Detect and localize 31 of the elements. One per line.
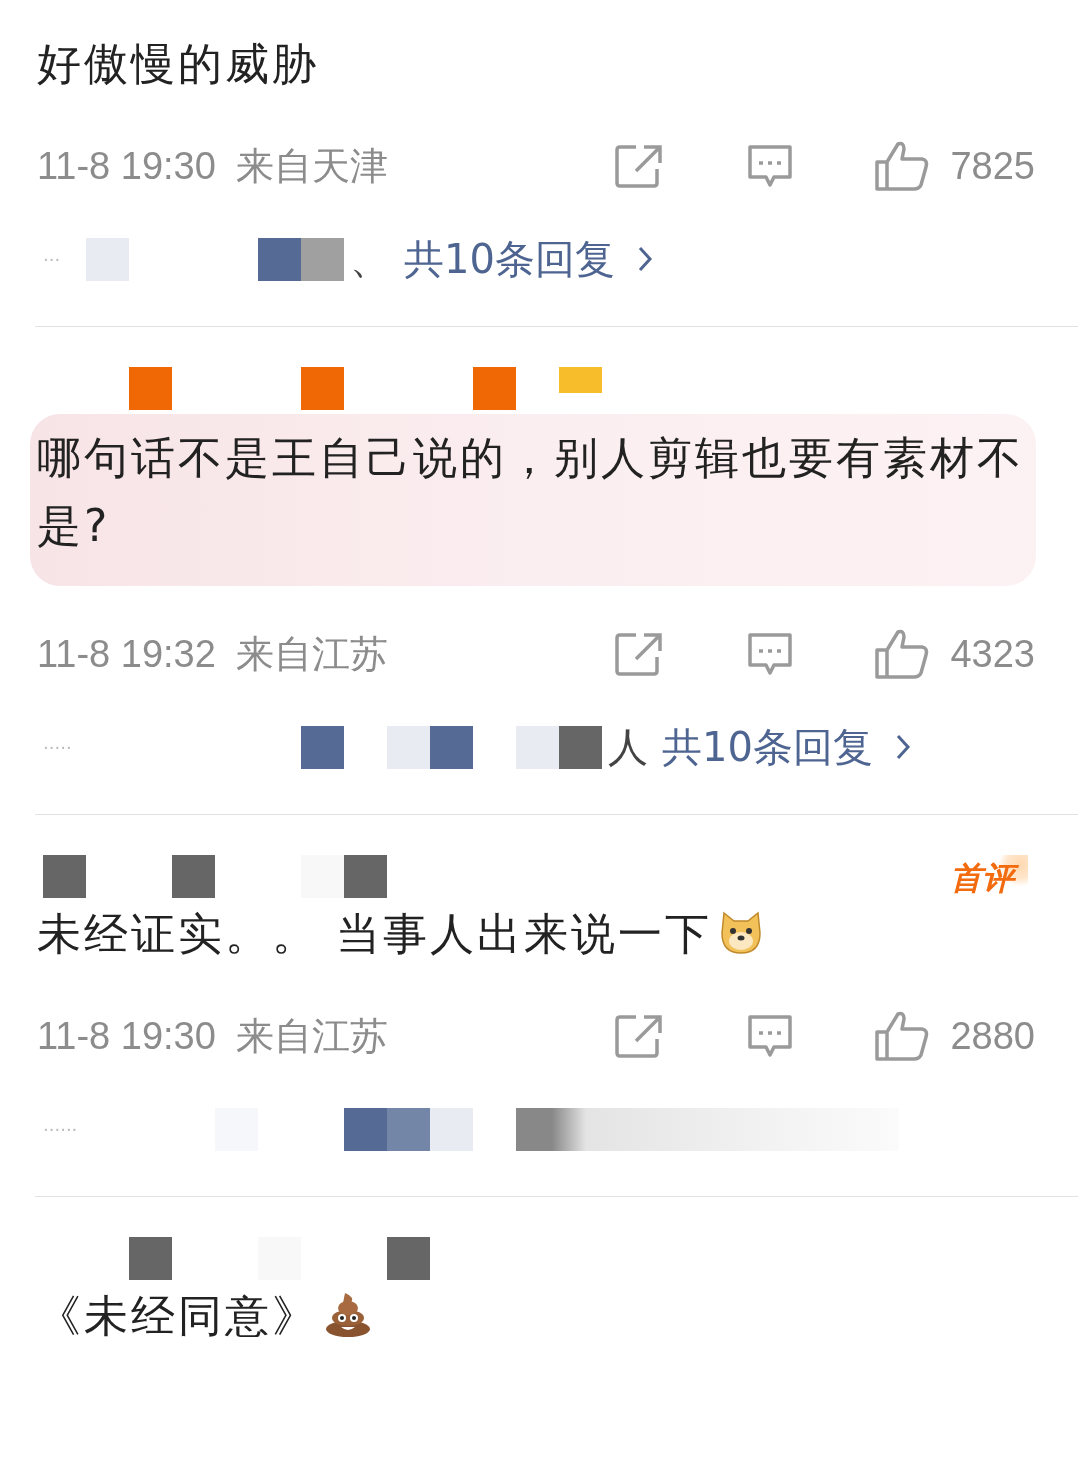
comment-time: 11-8 19:30	[37, 144, 216, 188]
comment-icon	[746, 143, 795, 189]
share-icon	[614, 1013, 665, 1059]
like-icon	[874, 140, 931, 192]
redacted-dots: ······	[42, 1118, 79, 1140]
comment-location: 来自江苏	[235, 1014, 388, 1057]
comment-time: 11-8 19:32	[37, 632, 216, 676]
share-icon	[614, 631, 665, 677]
comment-location: 来自江苏	[235, 632, 388, 675]
comment-icon	[746, 1013, 795, 1059]
replies-link[interactable]: 共10条回复	[662, 719, 911, 775]
comment-text: 好傲慢的威胁	[37, 38, 319, 89]
comment-time: 11-8 19:30	[37, 1014, 216, 1058]
redacted-dots: ·····	[42, 736, 73, 758]
like-button[interactable]: 2880	[874, 1010, 1035, 1062]
replier-text: 、	[350, 234, 390, 284]
like-button[interactable]: 4323	[874, 628, 1035, 680]
like-icon	[874, 1010, 931, 1062]
chevron-right-icon	[636, 245, 653, 273]
replies-link[interactable]: 共10条回复	[404, 231, 653, 287]
comment-text: 《未经同意》	[37, 1290, 319, 1341]
like-button[interactable]: 7825	[874, 140, 1035, 192]
comment-location: 来自天津	[235, 144, 388, 187]
comment-icon	[746, 631, 795, 677]
like-icon	[874, 628, 931, 680]
share-icon	[614, 143, 665, 189]
replier-text: 人	[608, 722, 648, 772]
comment-text: 哪句话不是王自己说的，别人剪辑也要有素材不是?	[37, 432, 1024, 551]
redacted-dots: ···	[42, 248, 62, 270]
chevron-right-icon	[894, 733, 911, 761]
comment-text: 未经证实。。 当事人出来说一下	[37, 908, 712, 959]
